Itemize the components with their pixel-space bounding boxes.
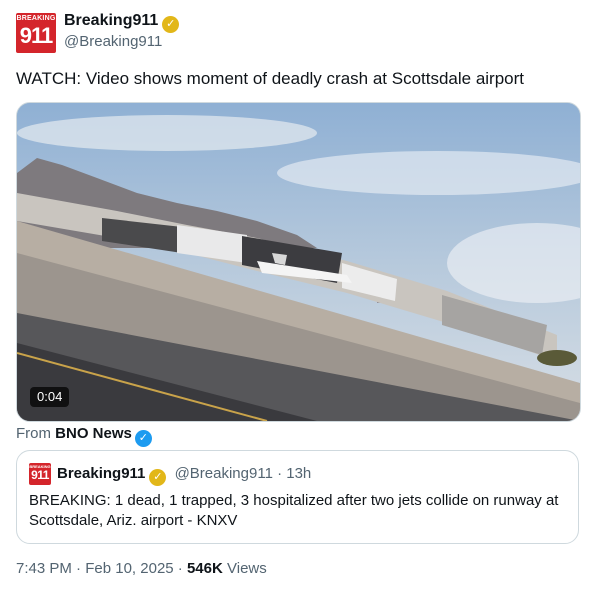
from-label: From (16, 425, 51, 442)
author-handle[interactable]: @Breaking911 (64, 33, 162, 50)
quoted-author-name[interactable]: Breaking911 (57, 465, 145, 482)
quoted-timestamp: · 13h (277, 465, 312, 482)
tweet-date[interactable]: Feb 10, 2025 (85, 560, 173, 577)
meta-separator: · (177, 560, 183, 577)
blue-verified-icon: ✓ (134, 430, 152, 447)
video-frame (17, 103, 580, 421)
quoted-tweet[interactable]: BREAKING 911 Breaking911 ✓ @Breaking911 ·… (16, 450, 579, 544)
video-player[interactable] (16, 102, 581, 422)
quoted-header: Breaking911 ✓ @Breaking911 · 13h (57, 465, 311, 486)
from-source-name[interactable]: BNO News (55, 425, 132, 442)
video-duration-badge: 0:04 (30, 387, 70, 407)
author-name[interactable]: Breaking911 (64, 12, 158, 29)
quoted-avatar-text-main: 911 (31, 468, 49, 482)
tweet-card: BREAKING 911 Breaking911 ✓ @Breaking911 W… (0, 0, 611, 596)
tweet-time[interactable]: 7:43 PM (16, 560, 72, 577)
avatar-text-top: BREAKING (16, 15, 56, 22)
avatar-text-main: 911 (19, 23, 54, 48)
views-label: Views (227, 560, 267, 577)
views-count: 546K (186, 560, 223, 577)
tweet-text: WATCH: Video shows moment of deadly cras… (16, 69, 525, 88)
video-attribution[interactable]: From BNO News ✓ (16, 425, 152, 447)
tweet-meta: 7:43 PM · Feb 10, 2025 · 546K Views (16, 560, 267, 577)
meta-separator: · (76, 560, 82, 577)
quoted-author-handle: @Breaking911 (174, 465, 273, 482)
quoted-verified-badge-icon: ✓ (149, 469, 167, 486)
quoted-author-avatar[interactable]: BREAKING 911 (29, 463, 51, 485)
verified-badge-icon: ✓ (162, 16, 180, 33)
author-name-row[interactable]: Breaking911 ✓ (64, 12, 180, 33)
quoted-text: BREAKING: 1 dead, 1 trapped, 3 hospitali… (29, 492, 559, 529)
author-avatar[interactable]: BREAKING 911 (16, 13, 56, 53)
